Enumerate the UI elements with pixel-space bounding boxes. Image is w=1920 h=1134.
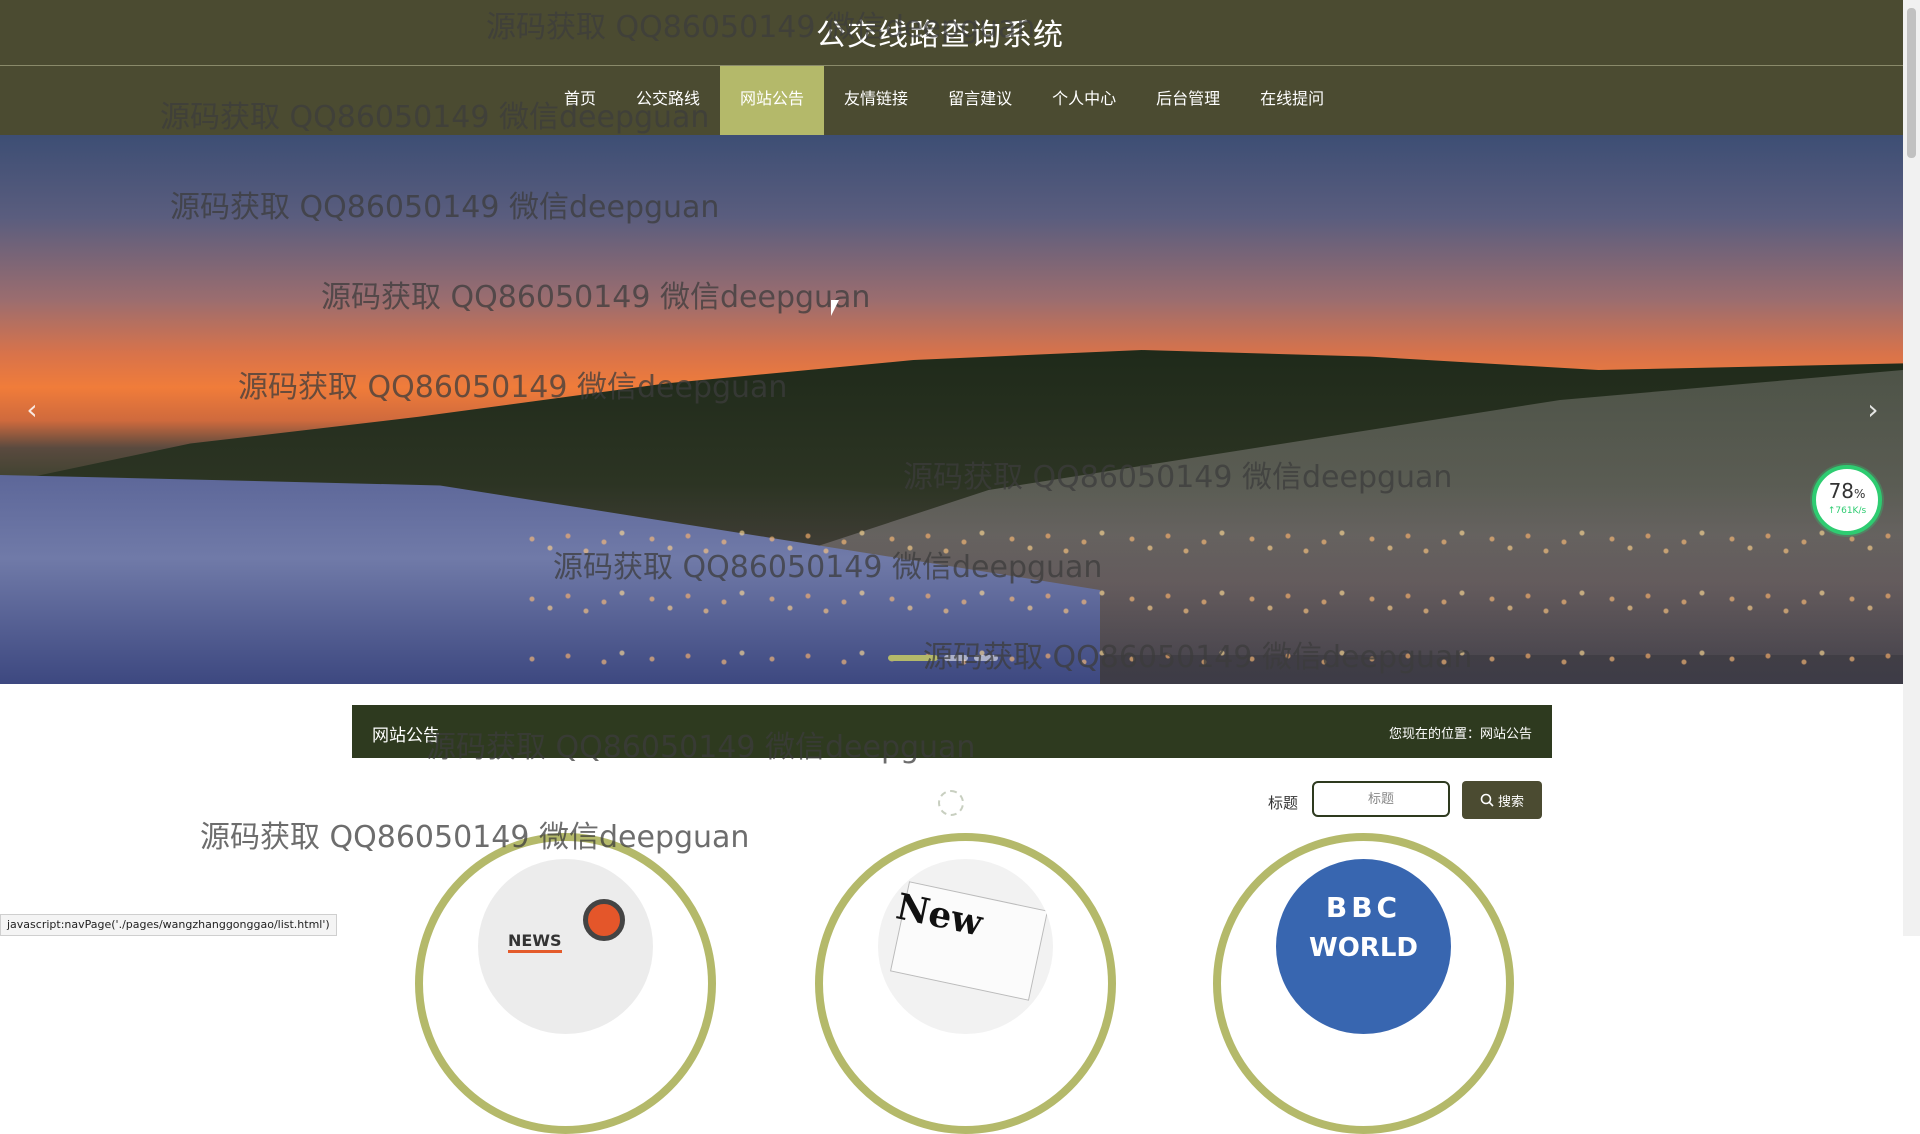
breadcrumb-current[interactable]: 网站公告 [1480,723,1532,742]
nav-item-announcements[interactable]: 网站公告 [720,66,825,135]
main-nav: 首页 公交路线 网站公告 友情链接 留言建议 个人中心 后台管理 在线提问 [0,66,1903,135]
carousel-dot[interactable] [888,655,938,661]
search-icon [1480,793,1494,807]
bbc-world-image: BBC WORLD [1276,859,1451,1034]
breadcrumb: 您现在的位置： 网站公告 [1389,723,1532,742]
watermark: 源码获取 QQ86050149 微信deepguan [200,820,750,855]
chevron-right-icon[interactable]: › [1853,390,1893,430]
camera-lens-icon [583,899,625,941]
newspaper-image: New [878,859,1053,1034]
carousel-dots [888,655,998,661]
nav-item-feedback[interactable]: 留言建议 [928,66,1032,135]
site-title: 公交线路查询系统 [816,18,1064,53]
search-button-label: 搜索 [1497,794,1524,810]
hero-carousel: ‹ › [0,135,1903,684]
top-header: 公交线路查询系统 [0,0,1903,66]
nav-item-home[interactable]: 首页 [544,66,616,135]
loading-spinner-icon [938,790,964,816]
nav-list: 首页 公交路线 网站公告 友情链接 留言建议 个人中心 后台管理 在线提问 [544,66,1344,135]
news-card-image: NEWS [478,859,653,1034]
bbc-logo: BBC [1325,891,1402,924]
nav-item-user-center[interactable]: 个人中心 [1032,66,1136,135]
nav-item-bus-routes[interactable]: 公交路线 [616,66,720,135]
search-label: 标题 [1268,794,1299,812]
breadcrumb-prefix: 您现在的位置： [1388,727,1480,742]
search-input[interactable] [1312,781,1450,817]
page-scrollbar[interactable] [1903,0,1920,936]
nav-item-friend-links[interactable]: 友情链接 [824,66,928,135]
speed-percent: 78% [1828,479,1866,503]
section-header: 网站公告 您现在的位置： 网站公告 [352,705,1552,758]
carousel-dot[interactable] [944,655,968,661]
section-title: 网站公告 [372,726,440,746]
scrollbar-thumb[interactable] [1907,8,1916,158]
nav-item-online-questions[interactable]: 在线提问 [1240,66,1344,135]
bbc-world-text: WORLD [1309,933,1418,963]
nav-item-admin[interactable]: 后台管理 [1136,66,1240,135]
news-card-1[interactable]: NEWS [415,833,716,1134]
banner-lights [520,515,1900,665]
search-button[interactable]: 搜索 [1462,781,1542,819]
network-speed-widget[interactable]: 78% ↑761K/s [1812,465,1882,535]
news-card-2[interactable]: New [815,833,1116,1134]
status-url-bar: javascript:navPage('./pages/wangzhanggon… [0,914,337,936]
bbc-card[interactable]: BBC WORLD [1213,833,1514,1134]
news-label: NEWS [508,931,562,953]
carousel-dot[interactable] [974,655,998,661]
chevron-left-icon[interactable]: ‹ [12,390,52,430]
speed-rate: ↑761K/s [1827,506,1867,516]
mouse-cursor-icon [831,300,847,316]
